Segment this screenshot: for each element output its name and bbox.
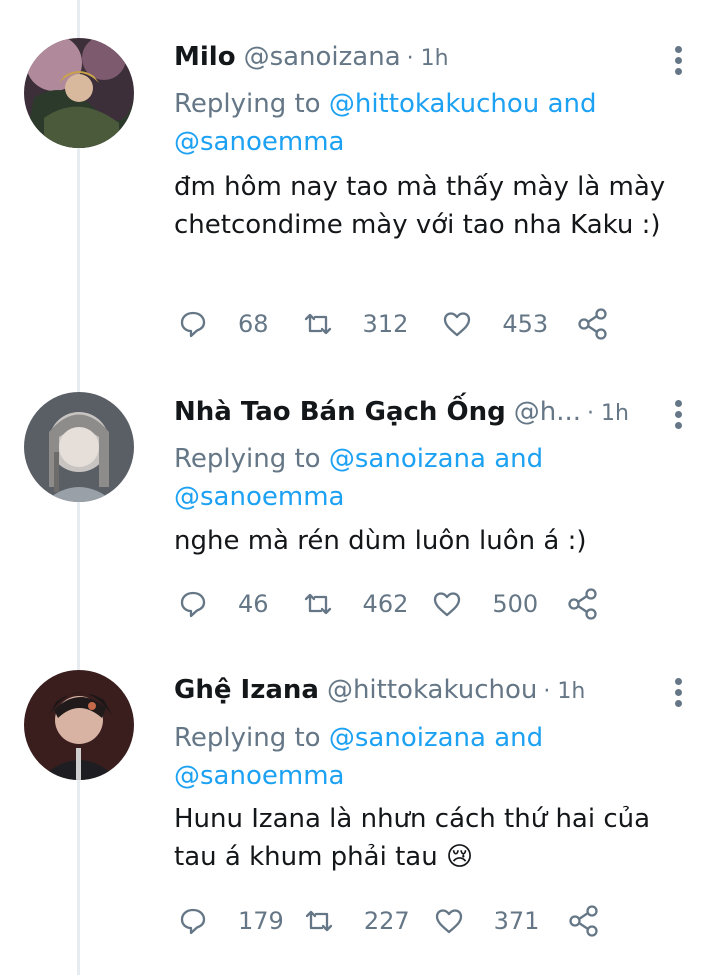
tweet-text: Hunu Izana là nhưn cách thứ hai của tau … <box>174 804 651 872</box>
retweet-icon <box>304 313 331 335</box>
mention-link[interactable]: @sanoemma <box>174 761 344 791</box>
reply-and: and <box>494 723 544 753</box>
more-options-icon[interactable] <box>673 678 683 708</box>
timestamp[interactable]: · 1h <box>587 401 629 426</box>
like-icon <box>434 592 461 617</box>
retweet-icon <box>304 593 331 615</box>
like-count: 371 <box>493 907 540 935</box>
reply-action[interactable]: 179 <box>178 906 284 936</box>
mention-link[interactable]: @sanoizana <box>329 444 486 474</box>
display-name[interactable]: Nhà Tao Bán Gạch Ống <box>174 397 506 427</box>
comment-icon <box>180 908 206 935</box>
share-icon <box>578 308 607 340</box>
like-icon <box>435 909 462 934</box>
like-action[interactable]: 500 <box>432 589 538 619</box>
like-action[interactable]: 371 <box>434 906 540 936</box>
retweet-action[interactable]: 312 <box>303 309 409 339</box>
reply-action[interactable]: 46 <box>178 589 269 619</box>
tweet-header: Ghệ Izana @hittokakuchou · 1h <box>174 675 585 715</box>
reply-context: Replying to @sanoizana and @sanoemma <box>174 440 674 516</box>
share-icon <box>569 905 599 937</box>
retweet-icon <box>305 910 332 932</box>
retweet-count: 227 <box>363 907 410 935</box>
tweet-text: nghe mà rén dùm luôn luôn á :) <box>174 526 587 556</box>
reply-and: and <box>494 444 544 474</box>
timestamp[interactable]: · 1h <box>543 679 585 704</box>
share-action[interactable] <box>576 307 610 341</box>
comment-icon <box>180 311 206 338</box>
more-options-icon[interactable] <box>673 46 683 76</box>
more-options-icon[interactable] <box>673 400 683 430</box>
mention-link[interactable]: @hittokakuchou <box>329 89 539 119</box>
comment-icon <box>180 591 206 618</box>
reply-context: Replying to @sanoizana and @sanoemma <box>174 719 674 795</box>
like-action[interactable]: 453 <box>442 309 548 339</box>
share-action[interactable] <box>566 587 600 621</box>
username-handle[interactable]: @hittokakuchou <box>327 675 537 705</box>
tweet-text: đm hôm nay tao mà thấy mày là mày chetco… <box>174 172 666 240</box>
avatar[interactable] <box>24 670 134 780</box>
reply-prefix: Replying to <box>174 444 321 474</box>
avatar[interactable] <box>24 392 134 502</box>
retweet-count: 312 <box>362 310 409 338</box>
tweet-header: Milo @sanoizana · 1h <box>174 42 449 82</box>
reply-context: Replying to @hittokakuchou and @sanoemma <box>174 85 674 161</box>
tweet-header: Nhà Tao Bán Gạch Ống @h... · 1h <box>174 397 629 437</box>
mention-link[interactable]: @sanoemma <box>174 127 344 157</box>
tweet-actions: 68 312 453 <box>178 306 610 342</box>
reply-count: 68 <box>238 310 269 338</box>
avatar[interactable] <box>24 38 134 148</box>
retweet-action[interactable]: 227 <box>304 906 410 936</box>
reply-count: 46 <box>238 590 269 618</box>
tweet-actions: 179 227 371 <box>178 903 601 939</box>
username-handle[interactable]: @h... <box>514 397 581 427</box>
reply-count: 179 <box>238 907 284 935</box>
reply-prefix: Replying to <box>174 723 321 753</box>
mention-link[interactable]: @sanoizana <box>329 723 486 753</box>
like-icon <box>444 312 471 337</box>
mention-link[interactable]: @sanoemma <box>174 482 344 512</box>
reply-prefix: Replying to <box>174 89 321 119</box>
display-name[interactable]: Ghệ Izana <box>174 675 319 705</box>
like-count: 453 <box>502 310 549 338</box>
share-icon <box>568 588 597 620</box>
tweet-actions: 46 462 500 <box>178 586 600 622</box>
reply-action[interactable]: 68 <box>178 309 269 339</box>
like-count: 500 <box>492 590 539 618</box>
username-handle[interactable]: @sanoizana <box>244 42 401 72</box>
reply-and: and <box>547 89 597 119</box>
share-action[interactable] <box>567 904 601 938</box>
retweet-action[interactable]: 462 <box>303 589 409 619</box>
timestamp[interactable]: · 1h <box>407 46 449 71</box>
display-name[interactable]: Milo <box>174 42 236 72</box>
retweet-count: 462 <box>362 590 409 618</box>
